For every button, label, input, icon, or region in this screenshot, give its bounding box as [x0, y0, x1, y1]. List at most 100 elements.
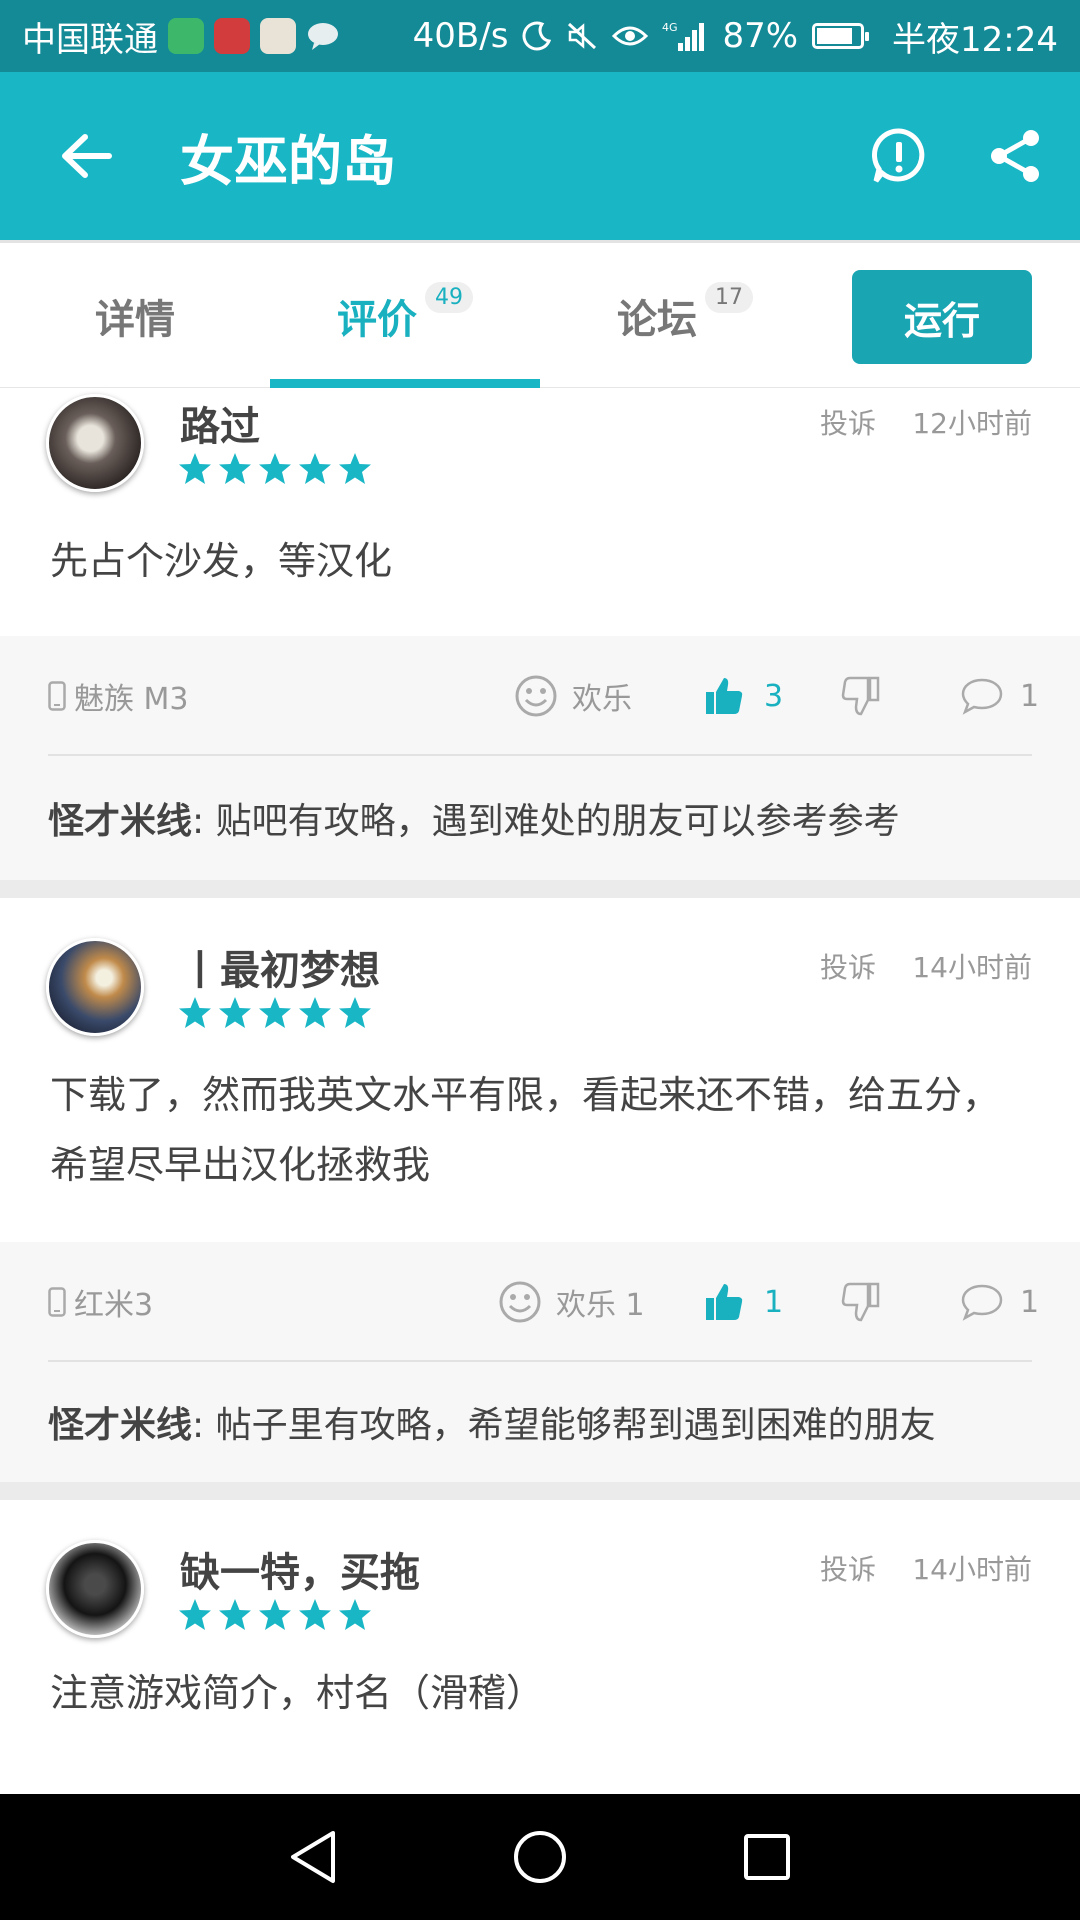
thumbs-down-icon — [841, 1282, 880, 1322]
thumbs-up-icon — [706, 1284, 743, 1320]
app-notification-icon — [168, 18, 204, 54]
report-link[interactable]: 投诉 — [820, 1548, 876, 1588]
rating-stars — [178, 996, 372, 1030]
back-button[interactable] — [36, 106, 136, 206]
message-icon — [306, 21, 340, 51]
thumbs-up-icon — [706, 678, 743, 714]
review-card: 丨最初梦想 投诉 14小时前 下载了，然而我英文水平有限，看起来还不错，给五分，… — [0, 898, 1080, 1482]
nav-recents-button[interactable] — [727, 1817, 807, 1897]
device-info: 红米3 — [48, 1242, 153, 1362]
review-card: 路过 投诉 12小时前 先占个沙发，等汉化 魅族 M3 欢乐 3 1 怪才米线 … — [0, 388, 1080, 880]
rating-stars — [178, 452, 372, 486]
mood-label: 欢乐 1 — [556, 1288, 645, 1323]
comment-button[interactable]: 1 — [960, 1242, 1039, 1362]
star-icon — [178, 452, 212, 486]
device-name: 魅族 M3 — [74, 682, 189, 717]
moon-icon — [522, 21, 552, 51]
tab-count-badge: 17 — [705, 282, 753, 313]
device-info: 魅族 M3 — [48, 636, 189, 756]
nav-home-button[interactable] — [500, 1817, 580, 1897]
dislike-button[interactable] — [840, 1242, 882, 1362]
phone-icon — [48, 681, 66, 711]
reply-text: : 帖子里有攻略，希望能够帮到遇到困难的朋友 — [192, 1405, 936, 1446]
signal-icon: 4G — [662, 19, 708, 53]
review-time: 12小时前 — [912, 407, 1032, 440]
report-link[interactable]: 投诉 — [820, 946, 876, 986]
review-text: 先占个沙发，等汉化 — [50, 539, 393, 583]
avatar[interactable] — [46, 1540, 144, 1638]
star-icon — [298, 1598, 332, 1632]
tab-count-badge: 49 — [425, 282, 473, 313]
run-button[interactable]: 运行 — [852, 270, 1032, 364]
active-tab-indicator — [270, 379, 540, 388]
phone-icon — [48, 1287, 66, 1317]
like-button[interactable]: 1 — [704, 1242, 783, 1362]
tab-reviews[interactable]: 评价 49 — [270, 243, 540, 388]
report-button[interactable] — [856, 113, 942, 199]
review-username[interactable]: 缺一特，买拖 — [180, 1540, 420, 1598]
review-time: 14小时前 — [912, 1553, 1032, 1586]
comment-count: 1 — [1020, 1284, 1040, 1320]
reply-text: : 贴吧有攻略，遇到难处的朋友可以参考参考 — [192, 801, 900, 842]
nav-back-button[interactable] — [273, 1817, 353, 1897]
smile-icon — [499, 1281, 541, 1323]
battery-icon — [812, 23, 870, 49]
system-nav-bar — [0, 1794, 1080, 1920]
star-icon — [218, 452, 252, 486]
arrow-left-icon — [62, 134, 112, 178]
triangle-back-icon — [291, 1831, 336, 1883]
avatar[interactable] — [46, 394, 144, 492]
star-icon — [258, 1598, 292, 1632]
star-icon — [178, 1598, 212, 1632]
tab-label: 评价 — [337, 296, 417, 343]
device-name: 红米3 — [74, 1288, 154, 1323]
share-button[interactable] — [972, 113, 1058, 199]
tab-forum[interactable]: 论坛 17 — [560, 243, 810, 388]
review-list[interactable]: 路过 投诉 12小时前 先占个沙发，等汉化 魅族 M3 欢乐 3 1 怪才米线 … — [0, 388, 1080, 1794]
comment-count: 1 — [1020, 678, 1040, 714]
reply-author[interactable]: 怪才米线 — [48, 792, 192, 844]
review-text: 注意游戏简介，村名（滑稽） — [50, 1671, 545, 1715]
star-icon — [338, 996, 372, 1030]
status-bar: 中国联通 40B/s 4G 87% 半夜12:24 — [0, 0, 1080, 72]
report-link[interactable]: 投诉 — [820, 402, 876, 442]
star-icon — [298, 996, 332, 1030]
battery-percent: 87% — [722, 16, 799, 56]
mood-label: 欢乐 — [572, 682, 632, 717]
like-count: 3 — [764, 678, 784, 714]
square-recents-icon — [743, 1834, 790, 1880]
avatar[interactable] — [46, 938, 144, 1036]
comment-icon — [961, 1284, 1003, 1321]
review-username[interactable]: 丨最初梦想 — [180, 938, 380, 996]
star-icon — [218, 1598, 252, 1632]
weibo-notification-icon — [260, 18, 296, 54]
review-text: 下载了，然而我英文水平有限，看起来还不错，给五分，希望尽早出汉化拯救我 — [50, 1073, 1001, 1187]
huawei-notification-icon — [214, 18, 250, 54]
mood-tag[interactable]: 欢乐 — [514, 636, 632, 756]
clock: 半夜12:24 — [892, 19, 1058, 60]
page-title: 女巫的岛 — [180, 129, 396, 193]
mood-tag[interactable]: 欢乐 1 — [498, 1242, 645, 1362]
review-time: 14小时前 — [912, 951, 1032, 984]
share-icon — [991, 130, 1039, 182]
review-username[interactable]: 路过 — [180, 394, 260, 452]
comment-button[interactable]: 1 — [960, 636, 1039, 756]
rating-stars — [178, 1598, 372, 1632]
star-icon — [338, 1598, 372, 1632]
thumbs-down-icon — [841, 676, 880, 716]
reply-author[interactable]: 怪才米线 — [48, 1396, 192, 1448]
reply-preview[interactable]: 怪才米线 : 贴吧有攻略，遇到难处的朋友可以参考参考 — [0, 756, 1080, 880]
star-icon — [258, 452, 292, 486]
like-button[interactable]: 3 — [704, 636, 783, 756]
review-card: 缺一特，买拖 投诉 14小时前 注意游戏简介，村名（滑稽） — [0, 1500, 1080, 1794]
star-icon — [178, 996, 212, 1030]
reply-preview[interactable]: 怪才米线 : 帖子里有攻略，希望能够帮到遇到困难的朋友 — [0, 1362, 1080, 1482]
alert-icon — [871, 128, 925, 183]
tab-bar: 详情 评价 49 论坛 17 运行 — [0, 240, 1080, 388]
dislike-button[interactable] — [840, 636, 882, 756]
tab-label: 论坛 — [617, 296, 697, 343]
network-type: 4G — [662, 21, 678, 34]
mute-icon — [566, 21, 598, 51]
circle-home-icon — [513, 1831, 566, 1883]
tab-details[interactable]: 详情 — [40, 243, 230, 388]
